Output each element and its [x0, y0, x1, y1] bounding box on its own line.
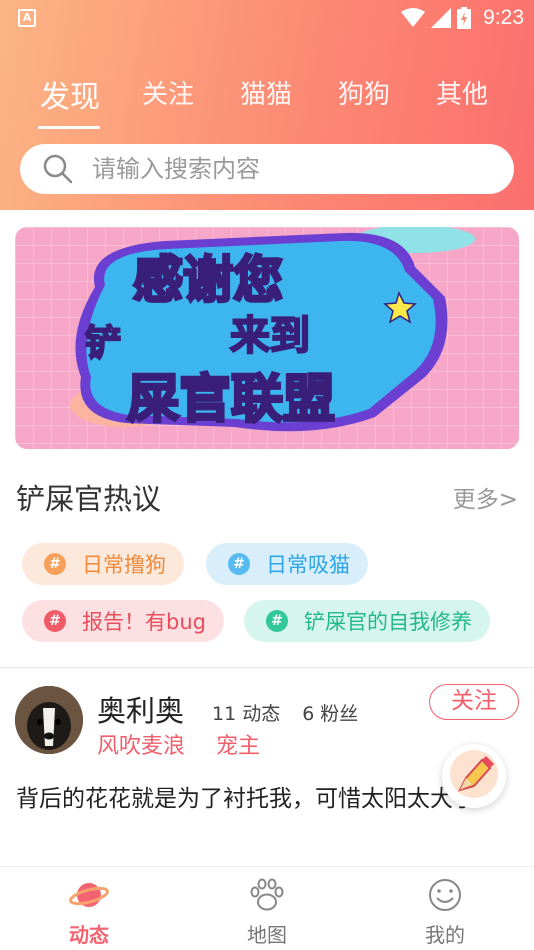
topic-chip-bug-report[interactable]: # 报告！有bug: [22, 600, 224, 642]
nav-item-profile[interactable]: 我的: [400, 877, 490, 948]
hashtag-icon: #: [44, 610, 66, 632]
system-icons: 9:23: [401, 6, 524, 30]
battery-icon: [457, 7, 472, 29]
topic-chip-label: 铲屎官的自我修养: [304, 610, 472, 634]
user-tag: 宠主: [216, 734, 261, 759]
banner-line3-text: 屎官联盟: [127, 370, 335, 430]
status-bar: A 9:23: [0, 0, 534, 36]
nav-label: 动态: [69, 923, 109, 947]
dog-photo: [15, 686, 83, 754]
follow-button[interactable]: 关注: [429, 684, 519, 720]
nav-label: 地图: [247, 923, 287, 947]
topic-chip-label: 日常撸狗: [82, 553, 166, 577]
search-input[interactable]: [92, 152, 492, 186]
topic-chip-cats[interactable]: # 日常吸猫: [206, 543, 368, 585]
fans-count: 6: [302, 703, 315, 725]
post-author-name[interactable]: 奥利奥: [97, 688, 184, 730]
compose-pen-icon: [444, 746, 504, 806]
avatar[interactable]: [15, 686, 83, 754]
tab-other[interactable]: 其他: [436, 74, 488, 111]
paw-icon: [250, 878, 284, 911]
section-divider: [0, 667, 534, 668]
signal-icon: [431, 8, 452, 28]
tab-follow[interactable]: 关注: [142, 74, 194, 111]
bottom-navigation: 动态 地图 我的: [0, 866, 534, 950]
topic-chip-label: 日常吸猫: [266, 553, 350, 577]
banner-artwork: 感谢您 铲 来到 屎官联盟: [70, 227, 475, 432]
post-content[interactable]: 背后的花花就是为了衬托我，可惜太阳太大了: [16, 782, 516, 816]
category-tabs: 发现 关注 猫猫 狗狗 其他: [0, 72, 534, 129]
banner-line1-text: 感谢您: [133, 251, 283, 309]
topic-chip-label: 报告！有bug: [82, 610, 206, 634]
search-icon: [43, 154, 73, 184]
hashtag-icon: #: [228, 553, 250, 575]
hashtag-icon: #: [266, 610, 288, 632]
posts-count: 11: [212, 703, 237, 725]
clock: 9:23: [483, 6, 524, 29]
topic-chip-self-cultivation[interactable]: # 铲屎官的自我修养: [244, 600, 490, 642]
hashtag-icon: #: [44, 553, 66, 575]
more-link[interactable]: 更多>: [453, 480, 518, 514]
fans-label: 粉丝: [320, 703, 359, 725]
welcome-banner[interactable]: 感谢您 铲 来到 屎官联盟: [15, 227, 519, 449]
hot-topics-title: 铲屎官热议: [16, 482, 162, 516]
tab-dogs[interactable]: 狗狗: [338, 74, 390, 111]
planet-icon: [69, 883, 109, 907]
banner-line2-text: 来到: [230, 313, 310, 359]
wifi-icon: [401, 8, 426, 27]
user-tag: 风吹麦浪: [97, 734, 186, 759]
header-background: A 9:23 发现 关注 猫猫 狗狗 其他: [0, 0, 534, 210]
compose-button[interactable]: [442, 744, 506, 808]
banner-line2-small-text: 铲: [85, 323, 121, 364]
nav-label: 我的: [425, 923, 465, 947]
post-author-stats: 11 动态 6 粉丝: [212, 699, 364, 726]
nav-item-map[interactable]: 地图: [222, 877, 312, 948]
topic-chip-dogs[interactable]: # 日常撸狗: [22, 543, 184, 585]
posts-label: 动态: [242, 703, 281, 725]
tab-discover[interactable]: 发现: [40, 72, 100, 116]
nav-item-feed[interactable]: 动态: [44, 877, 134, 948]
tab-indicator: [38, 126, 100, 129]
tab-cats[interactable]: 猫猫: [240, 74, 292, 111]
smiley-icon: [429, 879, 461, 911]
app-notification-icon: A: [18, 9, 36, 27]
search-bar[interactable]: [20, 144, 514, 194]
